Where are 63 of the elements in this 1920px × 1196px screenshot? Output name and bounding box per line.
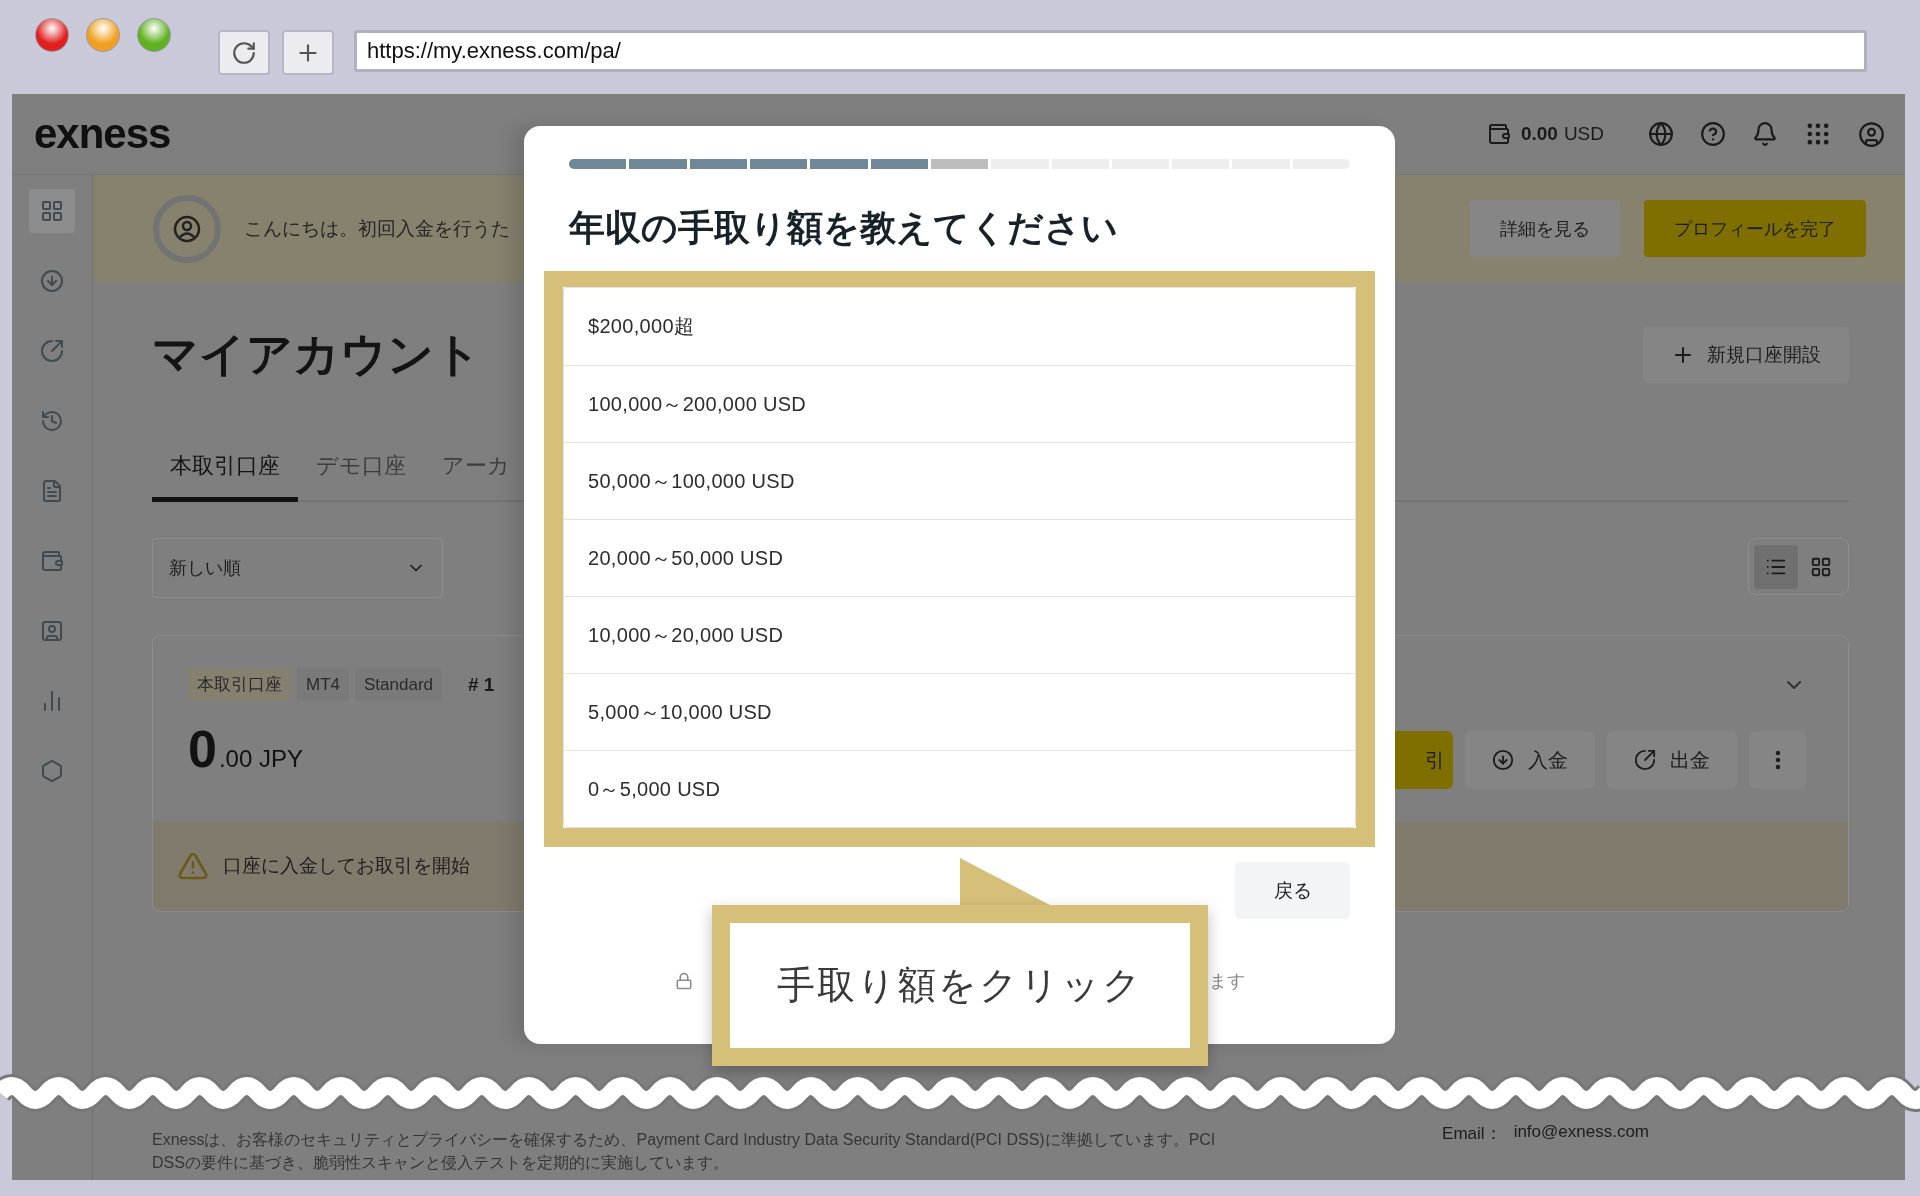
sidebar-item[interactable]: [29, 189, 75, 233]
email-label: Email：: [1442, 1123, 1502, 1145]
reload-button[interactable]: [218, 30, 270, 75]
withdraw-icon: [40, 339, 64, 363]
arrow-up-right-circle-icon: [1634, 749, 1656, 771]
maximize-window-icon[interactable]: [137, 18, 171, 52]
lock-icon: [674, 972, 693, 990]
income-option[interactable]: 20,000～50,000 USD: [564, 519, 1355, 596]
income-option[interactable]: $200,000超: [564, 288, 1355, 365]
trade-button[interactable]: 引: [1393, 731, 1453, 789]
contact-icon: [40, 619, 64, 643]
account-balance: 0.00 JPY: [188, 719, 303, 779]
income-option[interactable]: 5,000～10,000 USD: [564, 673, 1355, 750]
note-text: ます: [1208, 970, 1245, 993]
email-link[interactable]: info@exness.com: [1513, 1122, 1649, 1145]
banner-text: こんにちは。初回入金を行うた: [244, 216, 510, 241]
globe-icon[interactable]: [1648, 121, 1674, 147]
profile-progress-icon: [152, 193, 222, 264]
document-icon: [40, 479, 64, 503]
reload-icon: [231, 39, 257, 66]
income-option[interactable]: 50,000～100,000 USD: [564, 442, 1355, 519]
complete-profile-button[interactable]: プロフィールを完了: [1644, 200, 1866, 257]
deposit-icon: [40, 269, 64, 293]
bell-icon[interactable]: [1752, 121, 1778, 147]
grid-icon: [1809, 555, 1832, 578]
warning-icon: [177, 850, 209, 882]
arrow-down-circle-icon: [1492, 749, 1514, 771]
logo: exness: [34, 110, 171, 158]
footer-notice: Exnessは、お客様のセキュリティとプライバシーを確保するため、Payment Card Industry Data Security Standard(PCI DSS)に準拠しています。PCI DSSの要件に基づき、脆弱性スキャンと侵入テストを定期的に実施しています。: [152, 1130, 1217, 1173]
modal-title: 年収の手取り額を教えてください: [569, 206, 1119, 250]
back-button[interactable]: 戻る: [1235, 862, 1350, 919]
tab[interactable]: 本取引口座: [152, 430, 298, 502]
account-tag: Standard: [355, 668, 442, 701]
details-button[interactable]: 詳細を見る: [1470, 200, 1620, 257]
income-option[interactable]: 10,000～20,000 USD: [564, 596, 1355, 673]
income-option[interactable]: 100,000～200,000 USD: [564, 365, 1355, 442]
callout-text: 手取り額をクリック: [777, 963, 1143, 1008]
sort-value: 新しい順: [169, 557, 241, 580]
close-window-icon[interactable]: [35, 18, 69, 52]
wallet-icon: [40, 549, 64, 573]
list-view-button[interactable]: [1754, 544, 1799, 589]
new-account-button[interactable]: 新規口座開設: [1643, 327, 1849, 383]
address-bar[interactable]: https://my.exness.com/pa/: [354, 30, 1867, 72]
wallet-icon[interactable]: [1486, 122, 1511, 146]
sort-select[interactable]: 新しい順: [152, 538, 443, 598]
deposit-button[interactable]: 入金: [1465, 731, 1595, 789]
notice-text: 口座に入金してお取引を開始: [223, 854, 470, 878]
balance: 0.00 USD: [1520, 123, 1604, 145]
income-option[interactable]: 0～5,000 USD: [564, 750, 1355, 827]
account-tag: 本取引口座: [188, 668, 291, 701]
new-tab-button[interactable]: [282, 30, 334, 75]
tab[interactable]: デモ口座: [298, 430, 424, 502]
help-icon[interactable]: [1700, 121, 1726, 147]
minimize-window-icon[interactable]: [86, 18, 120, 52]
tab[interactable]: アーカ: [424, 430, 528, 502]
withdraw-button[interactable]: 出金: [1607, 731, 1737, 789]
account-tag: MT4: [297, 668, 349, 701]
user-icon[interactable]: [1858, 120, 1885, 148]
page-title: マイアカウント: [152, 327, 481, 382]
more-icon: [1774, 750, 1781, 770]
account-number: # 1: [468, 673, 495, 696]
history-icon: [40, 409, 64, 433]
dashboard-icon: [40, 199, 64, 223]
